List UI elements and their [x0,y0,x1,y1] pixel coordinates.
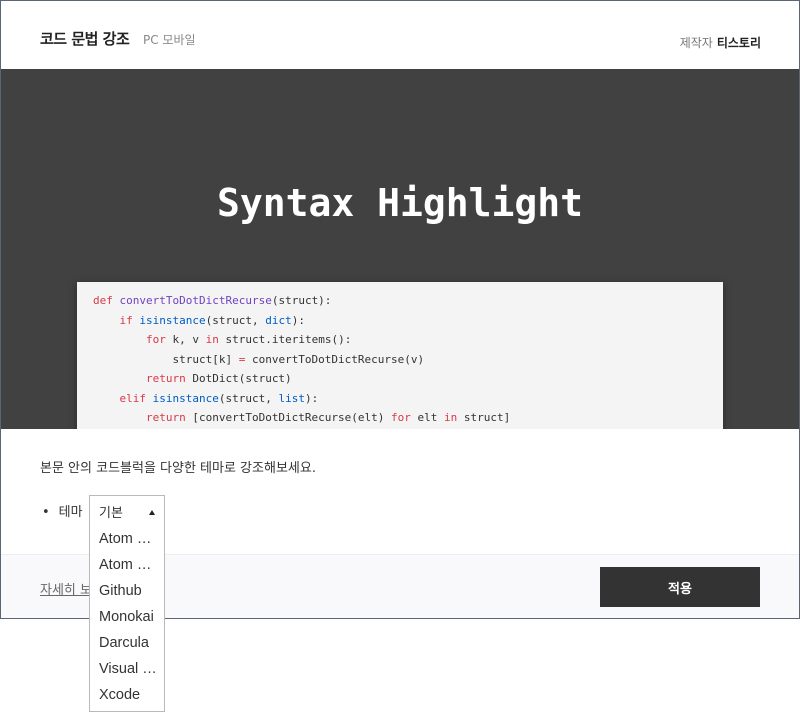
theme-option[interactable]: Github [90,578,164,604]
maker-name: 티스토리 [716,36,761,50]
code-line: return DotDict(struct) [93,369,510,389]
theme-option[interactable]: Atom One Dark [90,526,164,552]
caret-up-icon[interactable] [149,510,155,515]
code-token: in [205,333,226,346]
hero-banner: Syntax Highlight def convertToDotDictRec… [1,69,799,429]
code-token: struct] [463,411,511,424]
code-token: convertToDotDictRecurse [119,294,272,307]
apply-button[interactable]: 적용 [600,567,760,607]
code-token: in [444,411,464,424]
code-token: struct[k] [93,352,239,366]
code-token: [convertToDotDictRecurse(elt) [192,411,392,424]
theme-option[interactable]: Atom One Light [90,552,164,578]
panel-header: 코드 문법 강조 PC 모바일 제작자 티스토리 [1,1,799,69]
code-line: elif isinstance(struct, list): [93,389,510,409]
code-token: DotDict(struct) [192,372,292,385]
code-token: return [145,411,193,424]
code-token: = [238,352,252,366]
code-token: isinstance [152,391,219,405]
code-token: ): [291,313,305,327]
code-token: def [93,294,120,307]
code-token: (struct): [271,294,332,307]
theme-label: 테마 [58,505,83,520]
theme-option[interactable]: Visual Studio [90,656,164,682]
code-token: k, v [172,333,206,346]
theme-options-list: Atom One DarkAtom One LightGithubMonokai… [90,526,164,708]
code-line: struct[k] = convertToDotDictRecurse(v) [93,350,510,370]
theme-row: • 테마 [42,501,83,520]
theme-option[interactable]: Xcode [90,682,164,708]
theme-option[interactable]: Monokai [90,604,164,630]
code-preview: def convertToDotDictRecurse(struct): if … [77,282,723,429]
code-line: return [convertToDotDictRecurse(elt) for… [93,408,510,428]
code-token: dict [265,313,292,327]
code-lines: def convertToDotDictRecurse(struct): if … [93,291,510,428]
code-line: if isinstance(struct, dict): [93,311,510,331]
hero-title: Syntax Highlight [216,181,584,225]
page-title: 코드 문법 강조 [40,30,130,48]
description: 본문 안의 코드블럭을 다양한 테마로 강조해보세요. [40,461,316,476]
code-token: if [119,313,140,327]
bullet-dot: • [42,505,50,520]
code-token: for [145,333,173,346]
code-token: elif [119,391,153,405]
code-line: def convertToDotDictRecurse(struct): [93,291,510,311]
code-token: (struct, [205,313,266,327]
code-token: list [278,391,305,405]
code-token: for [391,411,418,424]
code-token: convertToDotDictRecurse(v) [251,352,425,366]
code-line: for k, v in struct.iteritems(): [93,330,510,350]
code-token: return [145,372,193,385]
platform-tag: PC 모바일 [143,33,196,47]
theme-option[interactable]: Darcula [90,630,164,656]
code-token: struct.iteritems(): [225,333,352,346]
code-token: ): [304,391,319,405]
theme-select-dropdown[interactable]: 기본 Atom One DarkAtom One LightGithubMono… [89,495,165,712]
maker-info: 제작자 티스토리 [680,34,761,51]
code-token: elt [417,411,445,424]
maker-label: 제작자 [679,36,713,50]
code-token: isinstance [139,313,206,327]
code-token: (struct, [218,391,279,405]
